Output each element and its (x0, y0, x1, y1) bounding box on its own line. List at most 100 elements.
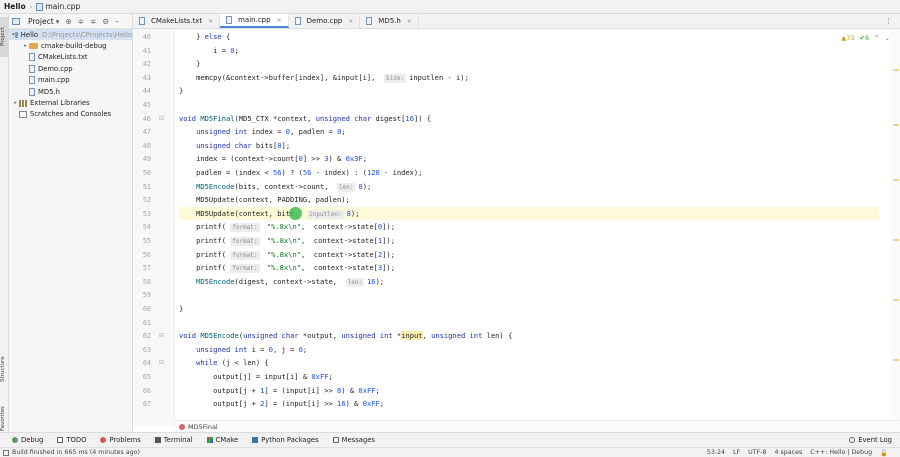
line-number[interactable]: 43 (133, 74, 151, 82)
code-line[interactable]: printf( format: "%.8x\n", context->state… (179, 261, 395, 275)
tree-item-cmakelists-txt[interactable]: CMakeLists.txt (9, 52, 132, 63)
code-line[interactable]: MD5Update(context, bits, inputlen: 8); (179, 206, 879, 221)
fold-icon[interactable]: ⊟ (159, 332, 164, 339)
close-icon[interactable]: ✕ (277, 17, 282, 24)
gear-icon[interactable]: ⚙ (102, 17, 109, 26)
line-number[interactable]: 47 (133, 128, 151, 136)
nav-project[interactable]: Hello (4, 2, 26, 11)
code-line[interactable]: unsigned int i = 0, j = 0; (179, 343, 307, 357)
more-tabs-icon[interactable]: ⋮ (885, 17, 892, 25)
line-number[interactable]: 52 (133, 196, 151, 204)
code-line[interactable]: i = 0; (179, 44, 239, 58)
line-number[interactable]: 41 (133, 47, 151, 55)
tab-main-cpp[interactable]: main.cpp ✕ (220, 14, 289, 28)
fold-icon[interactable]: ⊟ (159, 115, 164, 122)
line-number[interactable]: 67 (133, 400, 151, 408)
status-message[interactable]: Build finished in 665 ms (4 minutes ago) (12, 449, 140, 456)
tab-demo-cpp[interactable]: Demo.cpp ✕ (289, 14, 361, 28)
line-number[interactable]: 59 (133, 291, 151, 299)
tab-cmakelists[interactable]: CMakeLists.txt ✕ (133, 14, 221, 28)
line-number[interactable]: 61 (133, 319, 151, 327)
hide-icon[interactable]: – (115, 17, 119, 26)
locate-icon[interactable]: ⊕ (65, 17, 71, 26)
expand-arrow-icon[interactable]: ▸ (12, 100, 19, 106)
code-line[interactable]: unsigned int index = 0, padlen = 0; (179, 125, 346, 139)
python-packages-tool-button[interactable]: Python Packages (252, 436, 319, 444)
tree-item-scratches-and-consoles[interactable]: Scratches and Consoles (9, 109, 132, 120)
chevron-up-icon[interactable]: ⌃ (874, 34, 879, 42)
line-number[interactable]: 54 (133, 223, 151, 231)
code-line[interactable]: printf( format: "%.8x\n", context->state… (179, 220, 395, 234)
line-number[interactable]: 58 (133, 278, 151, 286)
code-line[interactable]: MD5Update(context, PADDING, padlen); (179, 193, 350, 207)
code-line[interactable]: MD5Encode(digest, context->state, len: 16… (179, 275, 384, 289)
caret-position[interactable]: 53:24 (707, 449, 725, 457)
code-line[interactable]: output[j] = input[i] & 0xFF; (179, 370, 333, 384)
warning-marker[interactable] (893, 359, 899, 361)
terminal-tool-button[interactable]: Terminal (154, 436, 193, 444)
inspection-widget[interactable]: ▲73 ✔6 ⌃ ⌄ (841, 34, 890, 42)
line-number[interactable]: 46 (133, 115, 151, 123)
code-line[interactable]: index = (context->count[0] >> 3) & 0x3F; (179, 152, 367, 166)
indent-setting[interactable]: 4 spaces (775, 449, 803, 457)
line-number[interactable]: 50 (133, 169, 151, 177)
structure-tool-tab[interactable]: Structure (0, 349, 9, 389)
line-number[interactable]: 49 (133, 155, 151, 163)
editor-breadcrumb[interactable]: MD5Final (175, 420, 900, 432)
line-number[interactable]: 63 (133, 346, 151, 354)
code-line[interactable]: void MD5Encode(unsigned char *output, un… (179, 329, 512, 343)
close-icon[interactable]: ✕ (407, 18, 412, 25)
tree-item-external-libraries[interactable]: ▸ External Libraries (9, 97, 132, 108)
project-view-selector[interactable]: Project (28, 17, 54, 26)
tree-item-md5-h[interactable]: MD5.h (9, 86, 132, 97)
file-encoding[interactable]: UTF-8 (748, 449, 766, 457)
code-line[interactable]: memcpy(&context->buffer[index], &input[i… (179, 71, 469, 85)
line-number[interactable]: 66 (133, 387, 151, 395)
resolve-context[interactable]: C++: Hello | Debug (810, 449, 872, 457)
line-number[interactable]: 57 (133, 264, 151, 272)
tree-item-cmake-build-debug[interactable]: ▸ cmake-build-debug (9, 40, 132, 51)
warning-marker[interactable] (893, 299, 899, 301)
code-line[interactable]: MD5Encode(bits, context->count, len: 8); (179, 180, 371, 194)
line-separator[interactable]: LF (733, 449, 740, 457)
warning-marker[interactable] (893, 69, 899, 71)
line-number[interactable]: 53 (133, 210, 151, 218)
line-number[interactable]: 44 (133, 87, 151, 95)
problems-tool-button[interactable]: Problems (100, 436, 141, 444)
line-number[interactable]: 64 (133, 359, 151, 367)
code-line[interactable]: } (179, 84, 183, 98)
line-number[interactable]: 40 (133, 33, 151, 41)
warning-marker[interactable] (893, 124, 899, 126)
chevron-down-icon[interactable]: ▾ (56, 17, 60, 26)
code-line[interactable]: } (179, 302, 183, 316)
fold-icon[interactable]: ⊟ (159, 359, 164, 366)
line-number[interactable]: 48 (133, 142, 151, 150)
line-number[interactable]: 45 (133, 101, 151, 109)
tree-item-demo-cpp[interactable]: Demo.cpp (9, 63, 132, 74)
line-number[interactable]: 55 (133, 237, 151, 245)
code-line[interactable]: printf( format: "%.8x\n", context->state… (179, 248, 395, 262)
line-number[interactable]: 65 (133, 373, 151, 381)
warning-marker[interactable] (893, 179, 899, 181)
code-line[interactable]: printf( format: "%.8x\n", context->state… (179, 234, 395, 248)
code-line[interactable]: void MD5Final(MD5_CTX *context, unsigned… (179, 112, 431, 126)
code-editor[interactable]: } else { i = 0; } memcpy(&context->buffe… (175, 29, 883, 426)
debug-tool-button[interactable]: Debug (12, 436, 43, 444)
line-number[interactable]: 60 (133, 305, 151, 313)
code-line[interactable]: output[j + 2] = (input[i] >> 16) & 0xFF; (179, 397, 384, 411)
lock-icon[interactable]: 🔓 (880, 449, 888, 457)
messages-tool-button[interactable]: Messages (332, 436, 375, 444)
tree-item-hello[interactable]: ▾ Hello D:\Projects\CProjects\Hello (9, 29, 132, 41)
line-number[interactable]: 51 (133, 183, 151, 191)
editor-scrollbar[interactable] (890, 29, 900, 426)
close-icon[interactable]: ✕ (348, 18, 353, 25)
todo-tool-button[interactable]: TODO (57, 436, 86, 444)
code-line[interactable]: } (179, 57, 200, 71)
expand-arrow-icon[interactable]: ▸ (22, 43, 29, 49)
warning-marker[interactable] (893, 239, 899, 241)
line-number[interactable]: 56 (133, 251, 151, 259)
tree-item-main-cpp[interactable]: main.cpp (9, 75, 132, 86)
ok-count[interactable]: ✔6 (860, 34, 870, 42)
code-line[interactable]: output[j + 1] = (input[i] >> 8) & 0xFF; (179, 384, 380, 398)
code-line[interactable]: while (j < len) { (179, 356, 269, 370)
